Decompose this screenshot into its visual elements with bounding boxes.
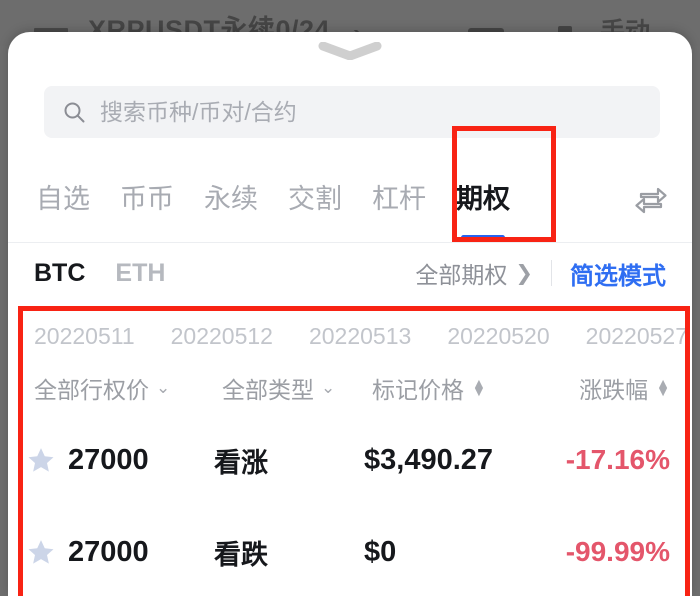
- coin-tab-btc[interactable]: BTC: [34, 259, 85, 288]
- underlying-row: BTC ETH 全部期权 ❯ 简选模式: [8, 244, 692, 302]
- search-bar[interactable]: [44, 86, 660, 138]
- date-item[interactable]: 20220527: [586, 323, 688, 350]
- chevron-down-handle[interactable]: [317, 42, 383, 60]
- tab-label: 杠杆: [372, 183, 426, 214]
- table-row[interactable]: 27000 看跌 $0 -99.99%: [8, 506, 692, 596]
- tabs-divider: [8, 242, 692, 243]
- star-icon[interactable]: [26, 537, 56, 567]
- search-input[interactable]: [98, 97, 642, 127]
- chevron-right-icon: ❯: [515, 261, 533, 285]
- chevron-down-icon: ⌄: [156, 378, 171, 397]
- date-item[interactable]: 20220513: [309, 323, 411, 350]
- tab-label: 永续: [204, 183, 258, 214]
- cell-strike: 27000: [68, 443, 149, 476]
- date-item[interactable]: 20220512: [171, 323, 273, 350]
- column-type-filter[interactable]: 全部类型 ⌄: [222, 371, 372, 405]
- sort-icon: ▲ ▼: [656, 375, 670, 399]
- tab-label: 期权: [456, 183, 510, 214]
- table-row[interactable]: 27000 看涨 $3,490.27 -17.16%: [8, 414, 692, 506]
- market-selector-sheet: 自选 币币 永续 交割 杠杆 期权: [8, 32, 692, 596]
- cell-change-percent: -17.16%: [565, 444, 670, 475]
- screen: XRPUSDT永续0/24 ➔ 手动 自选: [0, 0, 700, 596]
- column-mark-price-sort[interactable]: 标记价格 ▲ ▼: [372, 371, 579, 405]
- cell-mark-price: $0: [364, 535, 397, 568]
- option-table-body: 27000 看涨 $3,490.27 -17.16% 27000 看跌 $0 -…: [8, 414, 692, 596]
- chevron-down-icon: ⌄: [321, 378, 336, 397]
- tab-yongxu[interactable]: 永续: [204, 177, 258, 220]
- all-options-link[interactable]: 全部期权 ❯: [415, 256, 533, 290]
- date-item[interactable]: 20220520: [447, 323, 549, 350]
- cell-option-type: 看涨: [214, 447, 268, 478]
- option-table-header: 全部行权价 ⌄ 全部类型 ⌄ 标记价格 ▲ ▼ 涨跌幅 ▲ ▼: [8, 362, 692, 414]
- tab-label: 交割: [288, 183, 342, 214]
- cell-mark-price: $3,490.27: [364, 443, 494, 476]
- tab-label: 自选: [36, 183, 90, 214]
- expiry-date-strip[interactable]: 20220511 20220512 20220513 20220520 2022…: [8, 312, 692, 360]
- column-label: 标记价格: [372, 377, 464, 403]
- divider: [551, 260, 552, 286]
- column-label: 全部行权价: [34, 377, 149, 403]
- tab-ganggan[interactable]: 杠杆: [372, 177, 426, 220]
- column-change-sort[interactable]: 涨跌幅 ▲ ▼: [579, 371, 670, 405]
- column-label: 全部类型: [222, 377, 314, 403]
- active-tab-underline: [461, 234, 505, 240]
- sort-icon: ▲ ▼: [472, 375, 486, 399]
- tab-jiaoge[interactable]: 交割: [288, 177, 342, 220]
- search-icon: [64, 102, 85, 123]
- coin-tab-eth[interactable]: ETH: [115, 259, 165, 288]
- date-item[interactable]: 20220511: [34, 323, 135, 350]
- tab-zixuan[interactable]: 自选: [36, 177, 90, 220]
- cell-strike: 27000: [68, 535, 149, 568]
- tab-label: 币币: [120, 183, 174, 214]
- simple-mode-button[interactable]: 简选模式: [570, 256, 666, 291]
- column-label: 涨跌幅: [579, 377, 649, 403]
- all-options-label: 全部期权: [415, 262, 508, 288]
- market-type-tabs: 自选 币币 永续 交割 杠杆 期权: [8, 154, 692, 242]
- swap-icon[interactable]: [634, 184, 668, 214]
- column-strike-filter[interactable]: 全部行权价 ⌄: [34, 371, 222, 405]
- tab-bibi[interactable]: 币币: [120, 177, 174, 220]
- tab-qiquan[interactable]: 期权: [456, 177, 510, 240]
- cell-change-percent: -99.99%: [565, 536, 670, 567]
- star-icon[interactable]: [26, 445, 56, 475]
- cell-option-type: 看跌: [214, 539, 268, 570]
